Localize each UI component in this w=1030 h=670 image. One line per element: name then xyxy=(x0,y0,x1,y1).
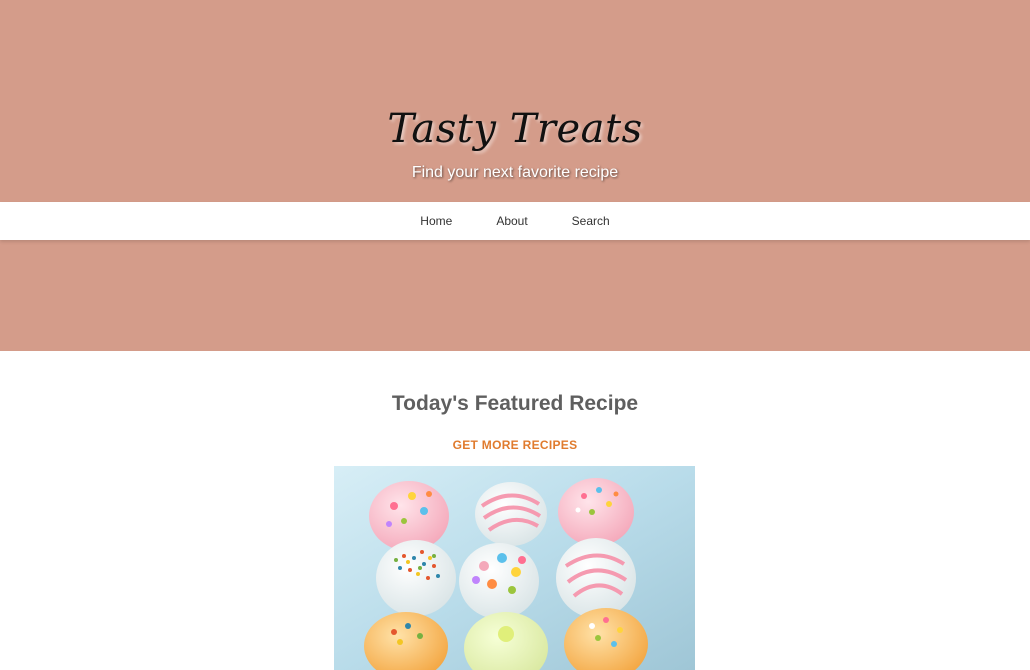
hero-banner-top: Tasty Treats Find your next favorite rec… xyxy=(0,0,1030,202)
site-tagline: Find your next favorite recipe xyxy=(411,164,619,181)
main-navigation: Home About Search xyxy=(0,202,1030,240)
cake-pops-photo xyxy=(334,466,695,670)
featured-recipe-image[interactable] xyxy=(334,466,695,670)
featured-recipe-heading: Today's Featured Recipe xyxy=(391,392,639,415)
get-more-recipes-link[interactable]: GET MORE RECIPES xyxy=(0,438,1030,452)
site-title: Tasty Treats xyxy=(387,106,643,152)
nav-link-search[interactable]: Search xyxy=(572,214,610,228)
hero-banner-bottom xyxy=(0,240,1030,351)
nav-link-about[interactable]: About xyxy=(496,214,527,228)
nav-link-home[interactable]: Home xyxy=(420,214,452,228)
